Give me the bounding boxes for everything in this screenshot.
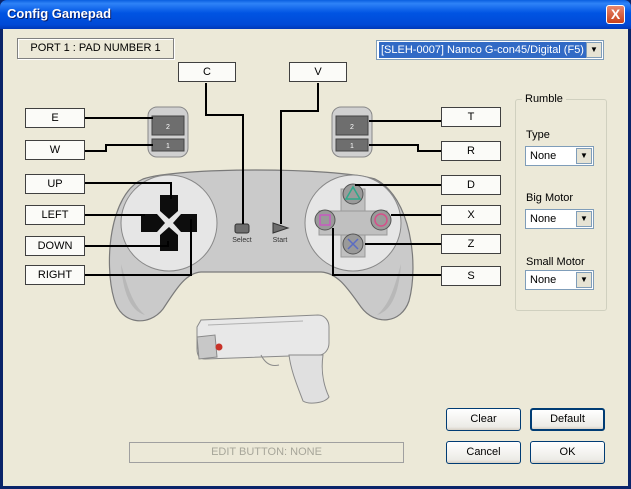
binding-r1[interactable]: R (441, 141, 501, 161)
square-button (314, 209, 336, 231)
binding-l1[interactable]: W (25, 140, 85, 160)
small-motor-label: Small Motor (526, 256, 585, 268)
cross-button (342, 233, 364, 255)
cancel-button[interactable]: Cancel (446, 441, 521, 464)
device-select[interactable]: [SLEH-0007] Namco G-con45/Digital (F5) ▼ (376, 40, 604, 60)
window-title: Config Gamepad (7, 6, 112, 21)
l2-pad-label: 2 (166, 124, 170, 131)
ok-button[interactable]: OK (530, 441, 605, 464)
big-motor-label: Big Motor (526, 192, 574, 204)
type-select-value: None (530, 150, 557, 162)
edit-button-status: EDIT BUTTON: NONE (129, 442, 404, 463)
small-motor-select-value: None (530, 274, 557, 286)
small-motor-select[interactable]: None ▼ (525, 270, 594, 290)
binding-cross[interactable]: Z (441, 234, 501, 254)
l1-pad-label: 1 (166, 143, 170, 150)
binding-square[interactable]: S (441, 266, 501, 286)
select-button (234, 223, 250, 234)
dialog-client-area: 2 1 2 1 Select Start E W UP LEFT DOWN RI… (3, 29, 628, 486)
binding-r2[interactable]: T (441, 107, 501, 127)
binding-circle[interactable]: X (441, 205, 501, 225)
chevron-down-icon[interactable]: ▼ (576, 211, 592, 227)
binding-left[interactable]: LEFT (25, 205, 85, 225)
circle-button (370, 209, 392, 231)
binding-start[interactable]: V (289, 62, 347, 82)
binding-down[interactable]: DOWN (25, 236, 85, 256)
binding-up[interactable]: UP (25, 174, 85, 194)
select-pad-label: Select (232, 237, 252, 244)
device-select-value: [SLEH-0007] Namco G-con45/Digital (F5) (379, 42, 586, 58)
chevron-down-icon[interactable]: ▼ (576, 148, 592, 164)
close-button[interactable]: X (606, 5, 625, 24)
big-motor-select-value: None (530, 213, 557, 225)
binding-right[interactable]: RIGHT (25, 265, 85, 285)
config-gamepad-window: Config Gamepad X 2 1 2 1 Select Start E … (0, 0, 631, 489)
big-motor-select[interactable]: None ▼ (525, 209, 594, 229)
type-label: Type (526, 129, 550, 141)
r1-pad-label: 1 (350, 143, 354, 150)
port-label: PORT 1 : PAD NUMBER 1 (17, 38, 174, 59)
dpad-area (120, 174, 218, 272)
default-button[interactable]: Default (530, 408, 605, 431)
binding-select[interactable]: C (178, 62, 236, 82)
start-pad-label: Start (273, 237, 288, 244)
r2-pad-label: 2 (350, 124, 354, 131)
lightgun-illustration (196, 314, 330, 404)
triangle-button (342, 183, 364, 205)
binding-l2[interactable]: E (25, 108, 85, 128)
binding-triangle[interactable]: D (441, 175, 501, 195)
clear-button[interactable]: Clear (446, 408, 521, 431)
chevron-down-icon[interactable]: ▼ (586, 42, 602, 58)
chevron-down-icon[interactable]: ▼ (576, 272, 592, 288)
title-bar[interactable]: Config Gamepad X (0, 0, 631, 29)
type-select[interactable]: None ▼ (525, 146, 594, 166)
rumble-group-label: Rumble (522, 93, 566, 105)
